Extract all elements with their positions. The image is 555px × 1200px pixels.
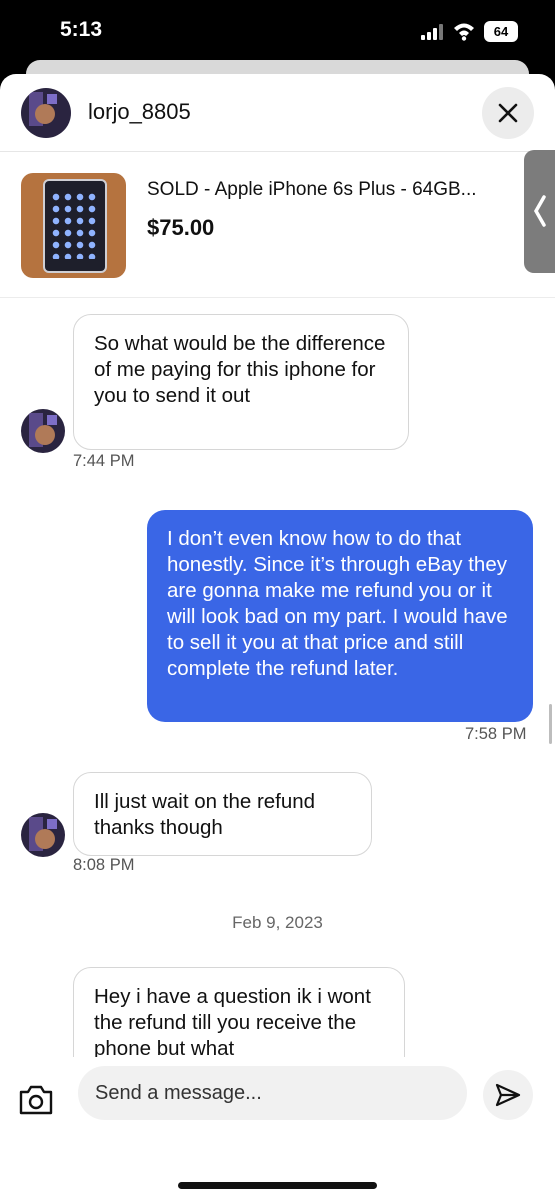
message-bubble-incoming: So what would be the difference of me pa… bbox=[73, 314, 409, 450]
sender-avatar bbox=[21, 813, 65, 857]
message-time: 7:44 PM bbox=[73, 452, 135, 470]
message-input[interactable] bbox=[78, 1066, 467, 1120]
scrollbar[interactable] bbox=[549, 704, 552, 744]
send-button[interactable] bbox=[483, 1070, 533, 1120]
battery-indicator: 64 bbox=[484, 21, 518, 42]
conversation-header: lorjo_8805 bbox=[0, 74, 555, 152]
message-sheet: lorjo_8805 SOLD - Apple iPhone 6s Plus -… bbox=[0, 74, 555, 1200]
message-bubble-incoming: Ill just wait on the refund thanks thoug… bbox=[73, 772, 372, 856]
status-bar: 5:13 64 bbox=[0, 0, 555, 64]
chevron-left-icon bbox=[533, 195, 546, 227]
camera-icon bbox=[19, 1085, 53, 1115]
listing-price: $75.00 bbox=[147, 215, 215, 240]
listing-card[interactable]: SOLD - Apple iPhone 6s Plus - 64GB... $7… bbox=[0, 153, 555, 298]
close-icon bbox=[498, 103, 518, 123]
home-indicator[interactable] bbox=[178, 1182, 377, 1189]
message-thread: So what would be the difference of me pa… bbox=[0, 299, 555, 1057]
message-composer bbox=[0, 1059, 555, 1169]
status-time: 5:13 bbox=[60, 18, 103, 41]
sender-avatar bbox=[21, 409, 65, 453]
camera-button[interactable] bbox=[12, 1075, 60, 1123]
message-time: 7:58 PM bbox=[465, 725, 527, 743]
user-avatar[interactable] bbox=[21, 88, 71, 138]
close-button[interactable] bbox=[482, 87, 534, 139]
signal-icon bbox=[421, 24, 443, 40]
username[interactable]: lorjo_8805 bbox=[88, 99, 191, 125]
date-separator: Feb 9, 2023 bbox=[232, 913, 323, 932]
message-time: 8:08 PM bbox=[73, 856, 135, 874]
send-icon bbox=[495, 1083, 521, 1107]
side-panel-tab[interactable] bbox=[524, 150, 555, 273]
wifi-icon bbox=[454, 23, 474, 41]
listing-thumbnail[interactable] bbox=[21, 173, 126, 278]
message-bubble-outgoing: I don’t even know how to do that honestl… bbox=[147, 510, 533, 722]
listing-title[interactable]: SOLD - Apple iPhone 6s Plus - 64GB... bbox=[147, 179, 477, 201]
message-bubble-incoming: Hey i have a question ik i wont the refu… bbox=[73, 967, 405, 1057]
